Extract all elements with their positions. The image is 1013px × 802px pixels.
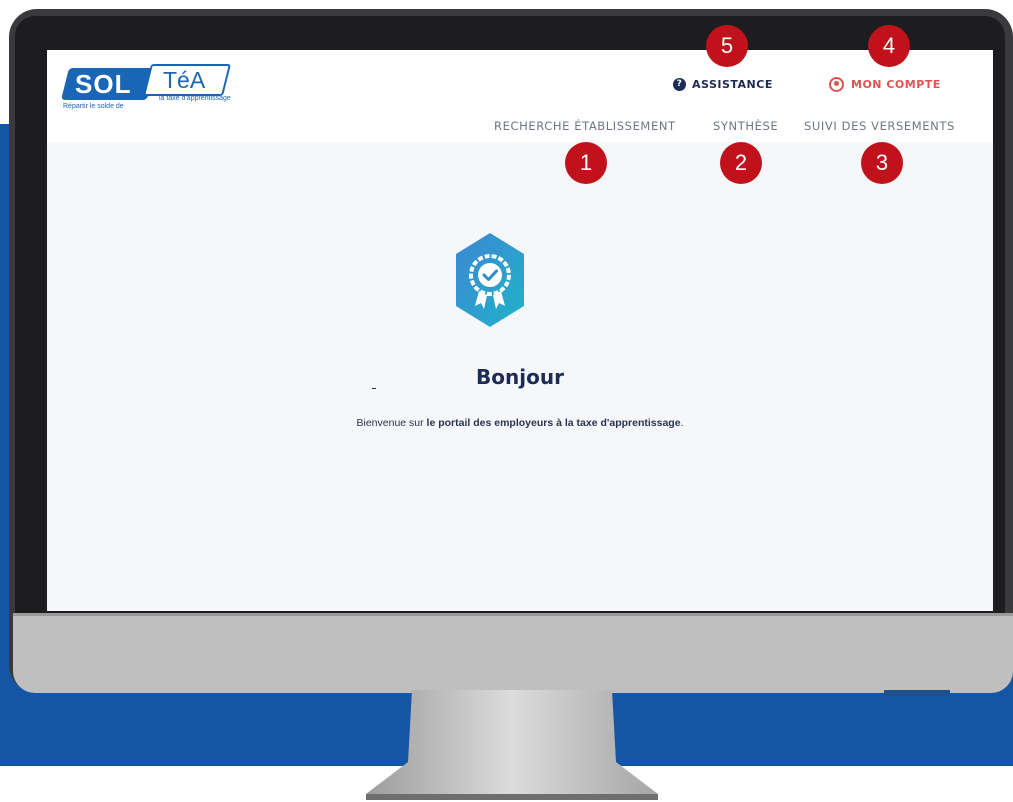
account-label: MON COMPTE <box>851 77 941 91</box>
app-screen: SOL TéA Répartir le solde de la taxe d'a… <box>47 50 993 611</box>
callout-badge-5: 5 <box>706 25 748 67</box>
logo-sol-text: SOL <box>75 69 132 99</box>
logo-tagline-left: Répartir le solde de <box>63 103 124 110</box>
monitor-chin <box>13 613 1013 693</box>
welcome-text: Bienvenue sur le portail des employeurs … <box>47 417 993 429</box>
callout-badge-1: 1 <box>565 142 607 184</box>
menu-suivi-versements[interactable]: SUIVI DES VERSEMENTS <box>804 119 955 133</box>
welcome-prefix: Bienvenue sur <box>356 417 427 429</box>
assistance-label: ASSISTANCE <box>692 77 773 91</box>
callout-badge-4: 4 <box>868 25 910 67</box>
monitor-slot <box>884 690 950 696</box>
divider <box>372 388 376 389</box>
welcome-suffix: . <box>680 417 684 429</box>
logo-sol-block: SOL <box>61 68 155 100</box>
menu-recherche-etablissement[interactable]: RECHERCHE ÉTABLISSEMENT <box>494 119 676 133</box>
monitor-stand <box>366 690 658 800</box>
user-circle-icon <box>829 76 844 92</box>
soltea-logo[interactable]: SOL TéA Répartir le solde de la taxe d'a… <box>61 60 261 114</box>
logo-tea-block: TéA <box>143 64 231 96</box>
welcome-portal-name: le portail des employeurs à la taxe d'ap… <box>426 417 681 429</box>
assistance-link[interactable]: ? ASSISTANCE <box>673 75 773 93</box>
callout-badge-3: 3 <box>861 142 903 184</box>
greeting-title: Bonjour <box>476 365 564 389</box>
question-circle-icon: ? <box>673 77 686 91</box>
award-badge-icon <box>456 233 524 327</box>
account-link[interactable]: MON COMPTE <box>829 75 941 93</box>
logo-tagline-right: la taxe d'apprentissage <box>159 95 231 102</box>
logo-tea-text: TéA <box>163 67 206 93</box>
top-header: SOL TéA Répartir le solde de la taxe d'a… <box>47 50 993 142</box>
callout-badge-2: 2 <box>720 142 762 184</box>
menu-synthese[interactable]: SYNTHÈSE <box>713 119 778 133</box>
